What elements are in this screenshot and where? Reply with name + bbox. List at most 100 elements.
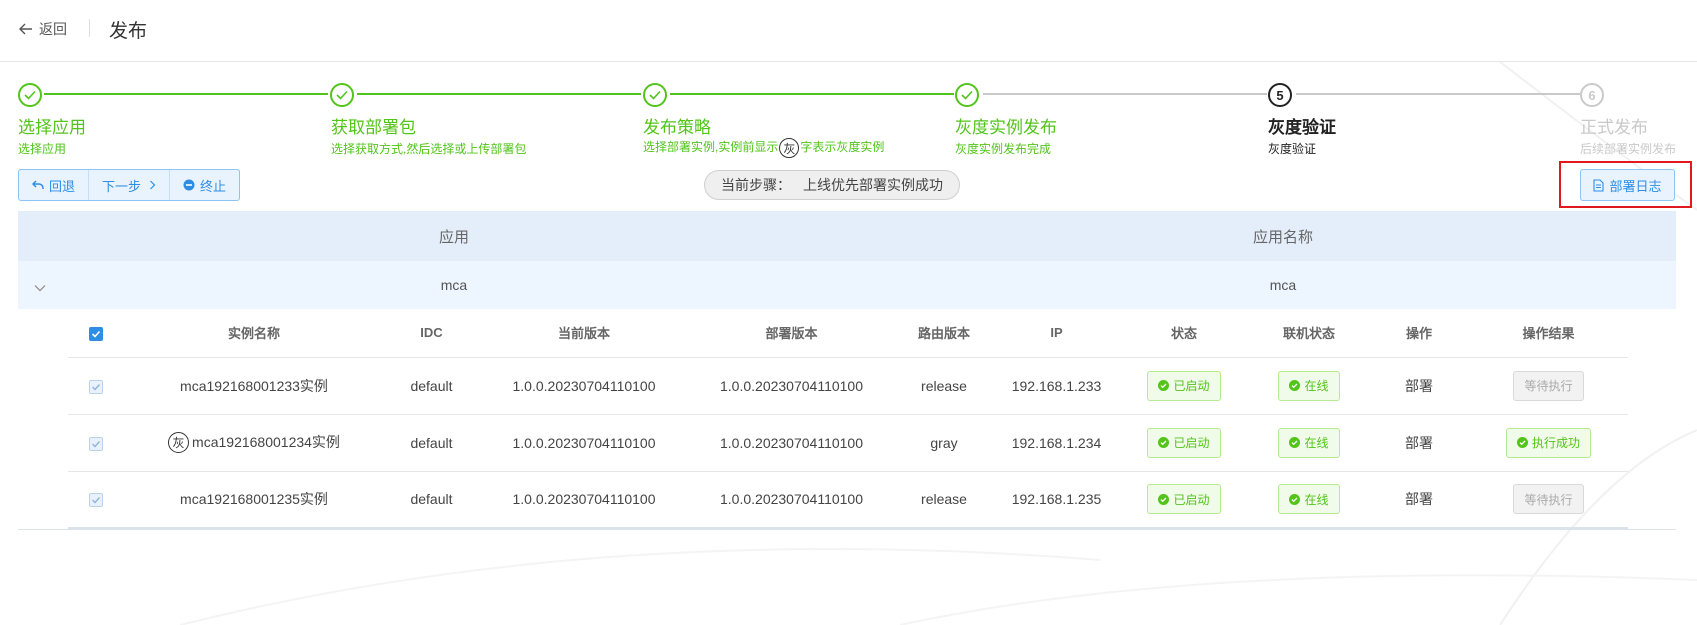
step-3-title: 发布策略 — [643, 118, 711, 137]
table-bottom-border — [18, 529, 1676, 530]
deploy-version-cell: 1.0.0.20230704110100 — [689, 471, 894, 529]
instance-name-cell: 灰 mca192168001234实例 — [124, 414, 384, 472]
table-row[interactable]: mca192168001235实例 default 1.0.0.20230704… — [68, 471, 1628, 529]
deploy-version-cell: 1.0.0.20230704110100 — [689, 414, 894, 472]
step-3-desc-post: 字表示灰度实例 — [800, 140, 885, 155]
online-status-cell: 在线 — [1249, 414, 1369, 472]
check-circle-icon — [1289, 380, 1301, 391]
column-header-ip: IP — [994, 309, 1119, 358]
step-4-check-icon — [955, 83, 979, 107]
status-text: 已启动 — [1173, 379, 1210, 393]
stop-button[interactable]: 终止 — [170, 170, 239, 200]
instance-name-cell: mca192168001235实例 — [124, 471, 384, 529]
check-circle-icon — [1289, 437, 1301, 448]
online-status-cell: 在线 — [1249, 471, 1369, 529]
rollback-label: 回退 — [49, 178, 76, 194]
column-header-online-status: 联机状态 — [1249, 309, 1369, 358]
next-step-label: 下一步 — [102, 178, 142, 194]
column-header-action: 操作 — [1369, 309, 1469, 358]
instance-table: 实例名称 IDC 当前版本 部署版本 路由版本 IP 状态 联机状态 操作 操作… — [68, 309, 1628, 529]
column-header-app: 应用 — [438, 228, 469, 246]
check-circle-icon — [1158, 493, 1170, 505]
online-status-cell: 在线 — [1249, 357, 1369, 415]
step-1-desc: 选择应用 — [18, 142, 67, 156]
release-steps: 选择应用 选择应用 获取部署包 选择获取方式,然后选择或上传部署包 发布策略 选… — [0, 80, 1697, 160]
idc-cell: default — [384, 414, 479, 472]
rollback-button[interactable]: 回退 — [19, 170, 90, 200]
step-connector-5 — [1296, 93, 1580, 95]
status-badge: 已启动 — [1147, 484, 1221, 515]
table-row[interactable]: mca192168001233实例 default 1.0.0.20230704… — [68, 357, 1628, 415]
back-button[interactable]: 返回 — [19, 19, 67, 39]
result-badge: 等待执行 — [1513, 370, 1584, 401]
deploy-version-cell: 1.0.0.20230704110100 — [689, 357, 894, 415]
online-text: 在线 — [1304, 379, 1329, 393]
current-step-label: 当前步骤： — [721, 177, 791, 193]
step-connector-2 — [357, 93, 641, 95]
result-badge: 执行成功 — [1505, 427, 1591, 458]
action-cell[interactable]: 部署 — [1369, 414, 1469, 472]
online-badge: 在线 — [1278, 370, 1340, 401]
next-step-button[interactable]: 下一步 — [89, 170, 171, 200]
step-5-number: 5 — [1268, 83, 1292, 107]
ip-cell: 192.168.1.233 — [994, 357, 1119, 415]
column-header-instance-name: 实例名称 — [124, 309, 384, 358]
deploy-log-label: 部署日志 — [1609, 178, 1662, 194]
column-header-idc: IDC — [384, 309, 479, 358]
app-row[interactable]: mca mca — [18, 261, 1676, 309]
step-1-title: 选择应用 — [18, 118, 86, 137]
column-header-route-version: 路由版本 — [894, 309, 994, 358]
select-all-checkbox[interactable] — [89, 326, 103, 341]
current-version-cell: 1.0.0.20230704110100 — [479, 357, 689, 415]
step-2-title: 获取部署包 — [331, 118, 416, 137]
route-version-cell: gray — [894, 414, 994, 472]
step-3-check-icon — [643, 83, 667, 107]
back-label: 返回 — [39, 21, 67, 37]
check-circle-icon — [1289, 493, 1301, 505]
step-6-number: 6 — [1580, 83, 1604, 107]
check-circle-icon — [1158, 380, 1170, 391]
page-header: 返回 发布 — [0, 0, 1697, 62]
gray-instance-mark: 灰 — [779, 138, 800, 158]
action-cell[interactable]: 部署 — [1369, 357, 1469, 415]
column-header-deploy-version: 部署版本 — [689, 309, 894, 358]
route-version-cell: release — [894, 471, 994, 529]
app-name-cell: mca — [1269, 277, 1297, 293]
row-checkbox[interactable] — [89, 436, 103, 451]
current-version-cell: 1.0.0.20230704110100 — [479, 414, 689, 472]
app-cell: mca — [440, 277, 468, 293]
idc-cell: default — [384, 357, 479, 415]
row-checkbox[interactable] — [89, 379, 103, 394]
deploy-log-button[interactable]: 部署日志 — [1580, 169, 1675, 201]
ip-cell: 192.168.1.235 — [994, 471, 1119, 529]
table-row[interactable]: 灰 mca192168001234实例 default 1.0.0.2023070… — [68, 414, 1628, 472]
header-divider — [89, 19, 90, 37]
action-cell[interactable]: 部署 — [1369, 471, 1469, 529]
result-badge: 等待执行 — [1513, 484, 1584, 515]
instance-name-text: mca192168001234实例 — [192, 433, 340, 450]
idc-cell: default — [384, 471, 479, 529]
minus-circle-icon — [183, 179, 195, 191]
app-table-header: 应用 应用名称 — [18, 211, 1676, 261]
step-2-desc: 选择获取方式,然后选择或上传部署包 — [331, 142, 527, 156]
row-checkbox[interactable] — [89, 493, 103, 508]
step-1-check-icon — [18, 83, 42, 107]
status-badge: 已启动 — [1147, 427, 1221, 458]
online-badge: 在线 — [1278, 427, 1340, 458]
current-step-value: 上线优先部署实例成功 — [803, 177, 943, 193]
column-header-result: 操作结果 — [1469, 309, 1628, 358]
online-text: 在线 — [1304, 436, 1329, 450]
step-connector-1 — [44, 93, 328, 95]
check-circle-icon — [1516, 437, 1528, 448]
result-cell: 等待执行 — [1469, 357, 1628, 415]
select-all-cell — [68, 309, 124, 358]
status-cell: 已启动 — [1119, 414, 1249, 472]
status-cell: 已启动 — [1119, 471, 1249, 529]
result-text: 执行成功 — [1531, 436, 1580, 450]
row-select-cell — [68, 471, 124, 529]
step-3-desc: 选择部署实例,实例前显示灰字表示灰度实例 — [643, 138, 884, 158]
chevron-down-icon[interactable] — [34, 279, 46, 295]
row-select-cell — [68, 357, 124, 415]
status-text: 已启动 — [1173, 436, 1210, 450]
page-title: 发布 — [109, 21, 148, 42]
